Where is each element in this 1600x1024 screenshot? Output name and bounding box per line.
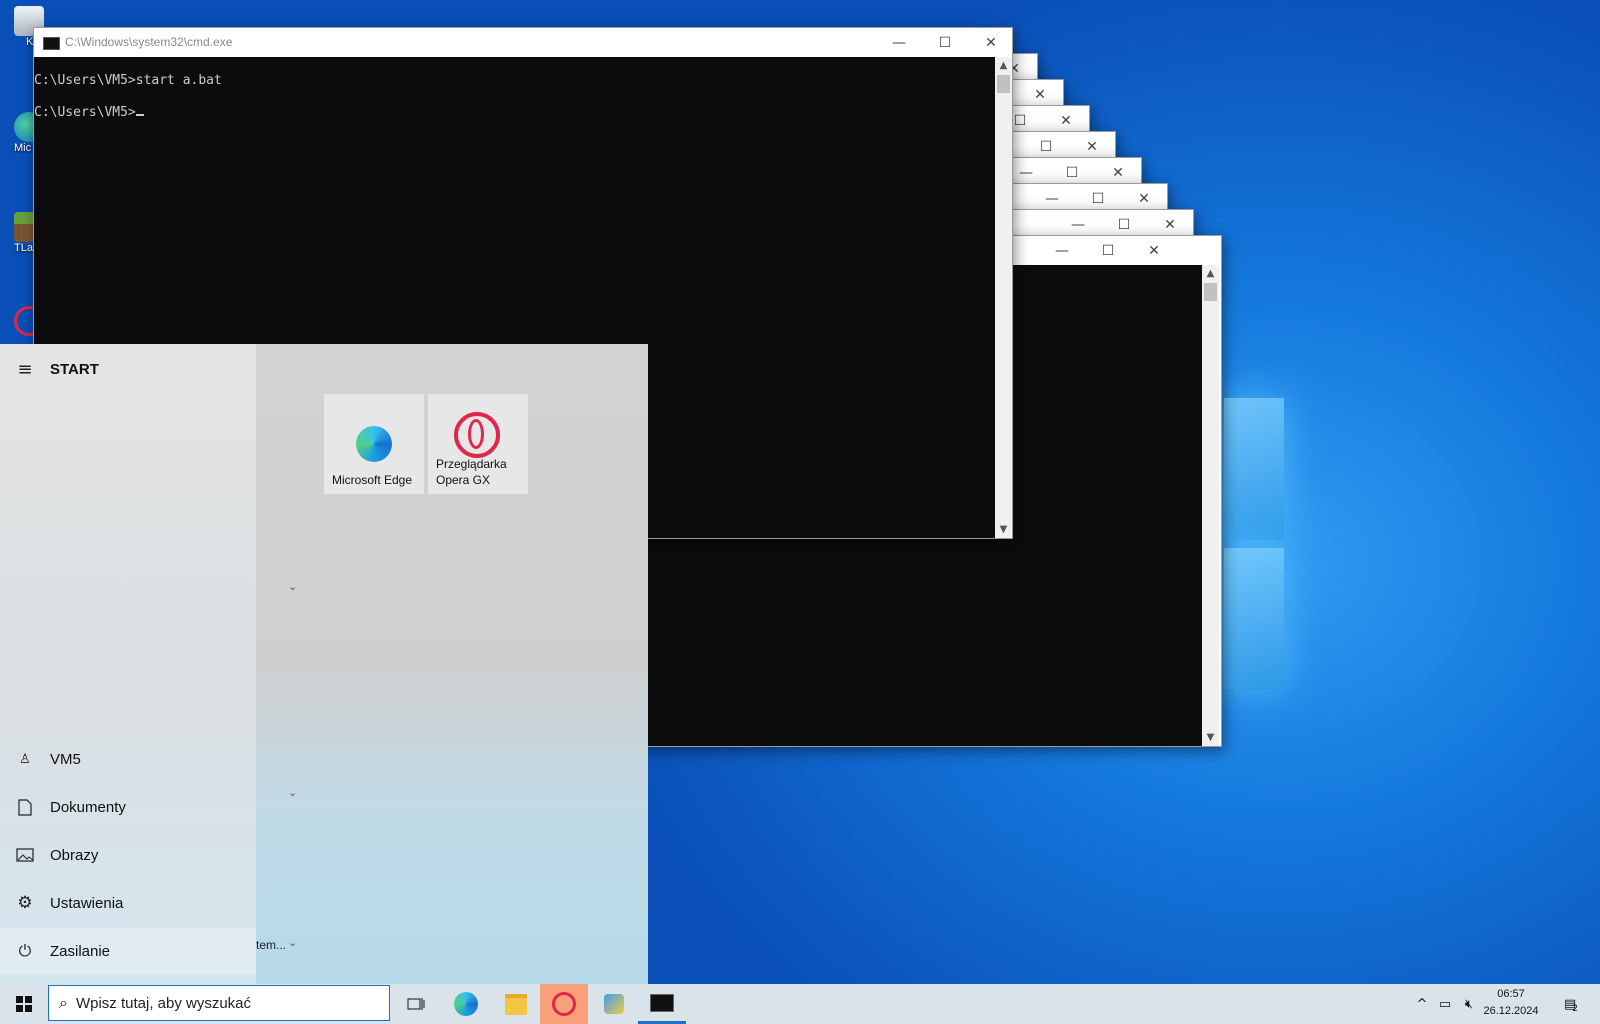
nav-item-label: Obrazy xyxy=(50,846,99,864)
title-bar[interactable]: C:\Windows\system32\cmd.exe — ☐ ✕ xyxy=(34,28,1012,57)
scroll-thumb[interactable] xyxy=(997,75,1010,93)
clock-date: 26.12.2024 xyxy=(1483,1005,1539,1017)
windows-icon xyxy=(16,996,32,1012)
hamburger-menu-icon[interactable]: ≡ xyxy=(0,359,50,380)
console-line: C:\Users\VM5>start a.bat xyxy=(34,73,222,88)
clock-time: 06:57 xyxy=(1497,988,1525,1000)
tile-opera-gx[interactable]: Przeglądarka Opera GX xyxy=(428,394,528,494)
nav-item-power[interactable]: ⏻ Zasilanie xyxy=(0,928,256,974)
taskbar-cmd[interactable] xyxy=(638,984,686,1024)
scroll-down-arrow[interactable]: ▼ xyxy=(995,521,1012,538)
chevron-down-icon[interactable]: ⌄ xyxy=(288,936,297,949)
start-header[interactable]: ≡ START xyxy=(0,344,256,394)
document-icon xyxy=(0,798,50,816)
nav-item-label: Ustawienia xyxy=(50,894,124,912)
nav-item-pictures[interactable]: Obrazy xyxy=(0,832,256,878)
task-view-icon xyxy=(407,998,425,1010)
nav-item-label: VM5 xyxy=(50,750,81,768)
group-label: tem... xyxy=(256,938,287,952)
start-button[interactable] xyxy=(0,984,48,1024)
opera-gx-icon xyxy=(552,992,576,1016)
tile-label: Microsoft Edge xyxy=(332,473,413,487)
scroll-up-arrow[interactable]: ▲ xyxy=(995,57,1012,74)
nav-item-label: Zasilanie xyxy=(50,942,111,960)
search-icon: ⌕ xyxy=(59,993,68,1012)
chevron-down-icon[interactable]: ⌄ xyxy=(288,580,297,593)
action-center-button[interactable]: ▤ 2 xyxy=(1556,984,1586,1024)
tile-label: Przeglądarka Opera GX xyxy=(436,457,507,487)
minimize-button[interactable]: — xyxy=(1039,236,1085,265)
notification-count: 2 xyxy=(1572,1004,1579,1014)
scroll-down-arrow[interactable]: ▼ xyxy=(1202,729,1219,746)
clock[interactable]: 06:57 26.12.2024 xyxy=(1475,986,1547,1020)
network-icon[interactable]: ▭ xyxy=(1434,984,1456,1024)
scroll-up-arrow[interactable]: ▲ xyxy=(1202,265,1219,282)
search-placeholder[interactable]: Wpisz tutaj, aby wyszukać xyxy=(76,995,251,1012)
search-box[interactable]: ⌕ Wpisz tutaj, aby wyszukać xyxy=(48,985,390,1021)
chevron-down-icon[interactable]: ⌄ xyxy=(288,786,297,799)
settings-icon: ⚙ xyxy=(17,893,33,913)
nav-item-settings[interactable]: ⚙ Ustawienia xyxy=(0,880,256,926)
show-hidden-icons[interactable]: ^ xyxy=(1412,984,1432,1024)
app-icon xyxy=(604,994,624,1014)
cmd-icon xyxy=(43,37,60,50)
start-menu[interactable]: ≡ START ♙ VM5 Dokumenty Obrazy ⚙ Ustawie… xyxy=(0,344,648,984)
close-button[interactable]: ✕ xyxy=(968,28,1014,57)
desktop: K Mic E TLau —☐✕—☐✕—☐✕—☐✕—☐✕—☐✕—☐✕ — ☐ ✕… xyxy=(0,0,1600,984)
maximize-button[interactable]: ☐ xyxy=(1085,236,1131,265)
maximize-button[interactable]: ☐ xyxy=(922,28,968,57)
start-header-label: START xyxy=(50,360,99,378)
scrollbar[interactable]: ▲ ▼ xyxy=(1202,265,1219,746)
taskbar-edge[interactable] xyxy=(442,984,490,1024)
start-menu-nav: ≡ START ♙ VM5 Dokumenty Obrazy ⚙ Ustawie… xyxy=(0,344,256,984)
cmd-icon xyxy=(650,993,674,1012)
taskbar-app[interactable] xyxy=(590,984,638,1024)
window-title: C:\Windows\system32\cmd.exe xyxy=(65,35,233,49)
power-icon: ⏻ xyxy=(18,941,32,960)
close-button[interactable]: ✕ xyxy=(1131,236,1177,265)
text-cursor xyxy=(135,114,144,116)
minimize-button[interactable]: — xyxy=(876,28,922,57)
edge-icon xyxy=(356,426,392,462)
taskbar: ⌕ Wpisz tutaj, aby wyszukać ^ ▭ 🔇︎ 06:57… xyxy=(0,984,1600,1024)
user-icon: ♙ xyxy=(19,751,31,767)
task-view-button[interactable] xyxy=(392,984,440,1024)
windows-logo-pane xyxy=(1224,398,1284,540)
tile-microsoft-edge[interactable]: Microsoft Edge xyxy=(324,394,424,494)
nav-item-user[interactable]: ♙ VM5 xyxy=(0,736,256,782)
edge-icon xyxy=(454,992,478,1016)
nav-item-label: Dokumenty xyxy=(50,798,126,816)
scrollbar[interactable]: ▲ ▼ xyxy=(995,57,1012,538)
scroll-thumb[interactable] xyxy=(1204,283,1217,301)
opera-gx-icon xyxy=(454,412,500,458)
file-explorer-icon xyxy=(505,993,527,1015)
pictures-icon xyxy=(0,848,50,862)
console-prompt: C:\Users\VM5> xyxy=(34,105,144,120)
taskbar-file-explorer[interactable] xyxy=(492,984,540,1024)
nav-item-documents[interactable]: Dokumenty xyxy=(0,784,256,830)
taskbar-opera-gx[interactable] xyxy=(540,984,588,1024)
windows-logo-pane xyxy=(1224,548,1284,690)
